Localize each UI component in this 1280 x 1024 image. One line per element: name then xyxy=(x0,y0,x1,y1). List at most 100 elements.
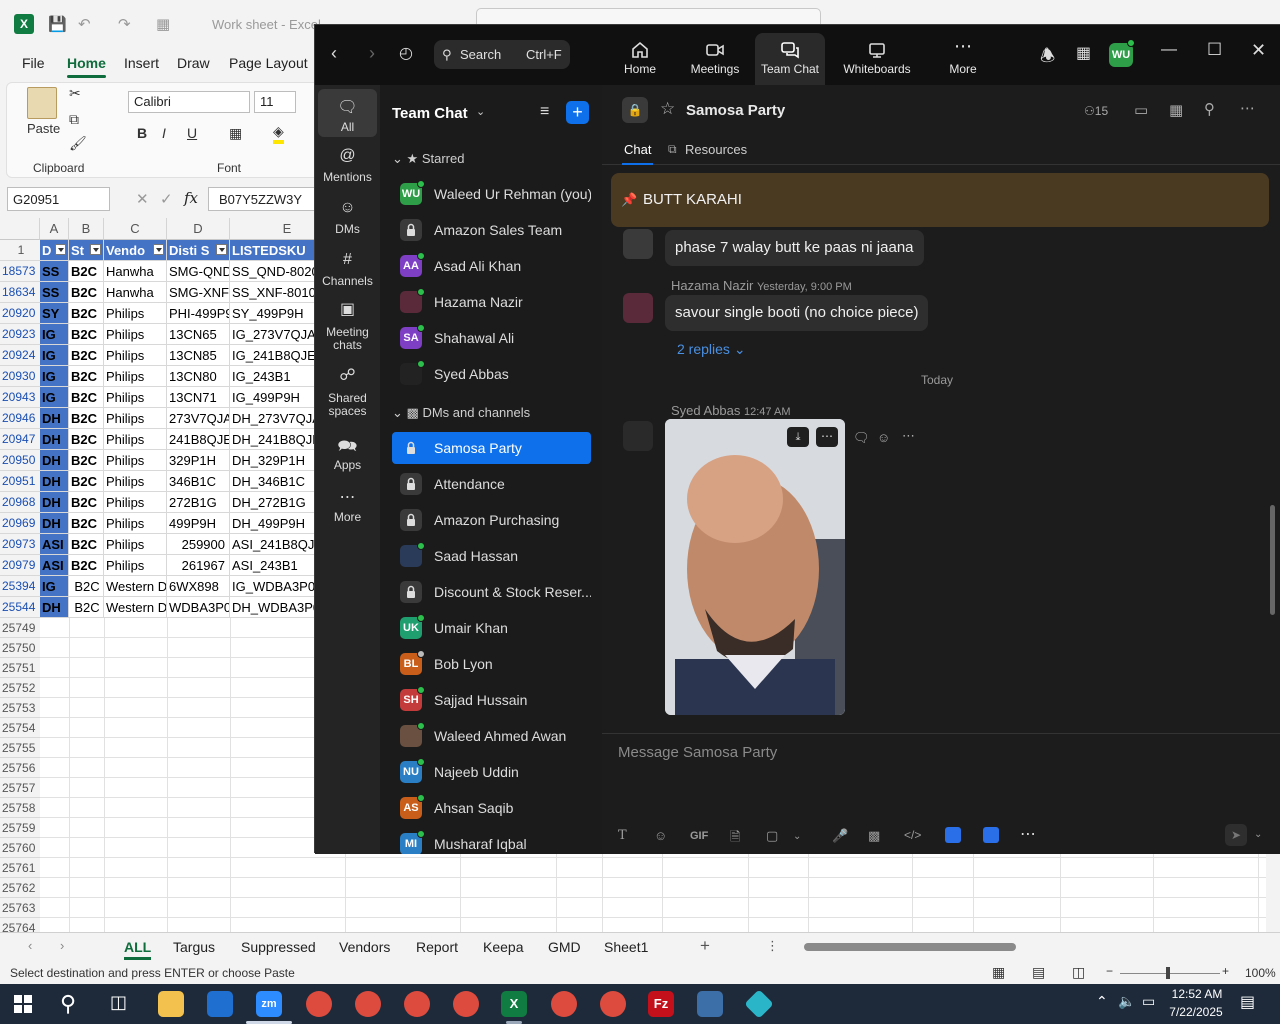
fill-color-icon[interactable]: ◈ xyxy=(273,123,284,144)
table-cell[interactable]: B2C xyxy=(69,597,104,618)
nav-team-chat[interactable]: Team Chat xyxy=(755,33,825,85)
chrome-profile-5-icon[interactable] xyxy=(551,991,577,1017)
emoji-icon[interactable]: ☺ xyxy=(654,828,667,843)
tab-chat[interactable]: Chat xyxy=(621,142,654,165)
bold-button[interactable]: B xyxy=(137,125,147,141)
enter-icon[interactable]: ✓ xyxy=(160,190,173,208)
next-sheet-icon[interactable]: › xyxy=(60,938,64,953)
tab-draw[interactable]: Draw xyxy=(177,55,210,71)
table-cell[interactable]: SS xyxy=(40,261,69,282)
filter-dropdown-icon[interactable] xyxy=(90,244,101,255)
column-header[interactable]: A xyxy=(40,218,69,240)
table-cell[interactable]: B2C xyxy=(69,345,104,366)
row-header[interactable]: 20930 xyxy=(0,366,40,387)
row-header[interactable]: 25753 xyxy=(0,698,40,718)
row-header[interactable]: 20951 xyxy=(0,471,40,492)
chrome-icon[interactable] xyxy=(306,991,332,1017)
row-header[interactable]: 25762 xyxy=(0,878,40,898)
sidebar-item[interactable]: Hazama Nazir xyxy=(392,286,591,318)
table-cell[interactable]: IG xyxy=(40,345,69,366)
file-icon[interactable]: 🗎 xyxy=(730,828,740,850)
table-cell[interactable]: B2C xyxy=(69,492,104,513)
image-attachment[interactable]: ⤓ ⋯ xyxy=(665,419,845,715)
table-cell[interactable]: Philips xyxy=(104,408,167,429)
row-header[interactable]: 20923 xyxy=(0,324,40,345)
filter-header-cell[interactable]: Disti S xyxy=(167,240,230,261)
filter-icon[interactable]: ≡ xyxy=(540,103,549,121)
horizontal-scrollbar[interactable] xyxy=(804,943,1016,951)
gif-button[interactable]: GIF xyxy=(690,830,708,842)
table-cell[interactable]: IG xyxy=(40,366,69,387)
paste-icon[interactable] xyxy=(27,87,57,119)
page-layout-view-icon[interactable]: ▤ xyxy=(1032,964,1045,981)
chrome-profile-3-icon[interactable] xyxy=(404,991,430,1017)
copy-icon[interactable]: ⧉ xyxy=(69,111,79,128)
sidebar-item[interactable]: WU Waleed Ur Rehman (you) xyxy=(392,178,591,210)
font-family-select[interactable]: Calibri xyxy=(128,91,250,113)
table-cell[interactable]: Philips xyxy=(104,387,167,408)
message-avatar-hazama[interactable] xyxy=(623,293,653,323)
video-off-icon[interactable]: ▭ xyxy=(1134,101,1148,119)
notifications-center-icon[interactable]: ▤ xyxy=(1240,992,1255,1012)
row-header[interactable]: 25755 xyxy=(0,738,40,758)
table-cell[interactable]: 13CN71 xyxy=(167,387,230,408)
formula-input[interactable]: B07Y5ZZW3Y xyxy=(208,187,328,211)
reply-icon[interactable]: 🗨 xyxy=(853,430,870,446)
filter-dropdown-icon[interactable] xyxy=(55,244,66,255)
table-cell[interactable]: B2C xyxy=(69,450,104,471)
tab-page-layout[interactable]: Page Layout xyxy=(229,55,308,71)
notifications-icon[interactable]: 🕭 xyxy=(1040,43,1055,72)
video-message-icon[interactable]: ▩ xyxy=(868,828,880,844)
table-cell[interactable]: 261967 xyxy=(167,555,230,576)
table-cell[interactable]: SS xyxy=(40,282,69,303)
schedule-icon[interactable]: ▦ xyxy=(1169,101,1183,119)
table-cell[interactable]: 13CN85 xyxy=(167,345,230,366)
rail-mentions[interactable]: @ Mentions xyxy=(318,147,377,184)
row-header[interactable]: 25760 xyxy=(0,838,40,858)
sheet-tab-report[interactable]: Report xyxy=(416,939,458,955)
nav-home[interactable]: Home xyxy=(615,25,665,85)
cancel-icon[interactable]: ✕ xyxy=(136,190,149,208)
history-icon[interactable]: ◴ xyxy=(399,43,413,63)
table-cell[interactable]: 272B1G xyxy=(167,492,230,513)
sidebar-item[interactable]: Samosa Party xyxy=(392,432,591,464)
table-cell[interactable]: B2C xyxy=(69,366,104,387)
chrome-profile-4-icon[interactable] xyxy=(453,991,479,1017)
table-cell[interactable]: IG xyxy=(40,387,69,408)
app-icon-2[interactable] xyxy=(983,827,999,843)
normal-view-icon[interactable]: ▦ xyxy=(992,964,1005,981)
sheet-tab-sheet1[interactable]: Sheet1 xyxy=(604,939,648,955)
rail-dms[interactable]: ☺ DMs xyxy=(318,199,377,236)
table-cell[interactable]: IG xyxy=(40,324,69,345)
sheet-tab-targus[interactable]: Targus xyxy=(173,939,215,955)
sidebar-item[interactable]: UK Umair Khan xyxy=(392,612,591,644)
image-more-icon[interactable]: ⋯ xyxy=(816,427,838,447)
calculator-icon[interactable] xyxy=(697,991,723,1017)
table-cell[interactable]: 6WX898 xyxy=(167,576,230,597)
row-header[interactable]: 25544 xyxy=(0,597,40,618)
format-painter-icon[interactable]: 🖌 xyxy=(69,135,87,152)
select-all-corner[interactable] xyxy=(0,218,40,240)
sidebar-item[interactable]: MI Musharaf Iqbal xyxy=(392,828,591,854)
sidebar-item[interactable]: Saad Hassan xyxy=(392,540,591,572)
row-header[interactable]: 25751 xyxy=(0,658,40,678)
row-header[interactable]: 1 xyxy=(0,240,40,261)
minimize-icon[interactable]: — xyxy=(1161,41,1177,59)
row-header[interactable]: 25759 xyxy=(0,818,40,838)
row-header[interactable]: 25752 xyxy=(0,678,40,698)
row-header[interactable]: 25750 xyxy=(0,638,40,658)
rail-shared-spaces[interactable]: ☍ Shared spaces xyxy=(318,368,377,418)
send-button[interactable]: ➤ xyxy=(1225,824,1247,846)
sidebar-title-chevron-icon[interactable]: ⌄ xyxy=(476,105,485,118)
add-sheet-icon[interactable]: + xyxy=(700,936,710,956)
zoom-level[interactable]: 100% xyxy=(1245,966,1276,980)
clock-date[interactable]: 7/22/2025 xyxy=(1166,1005,1226,1019)
italic-button[interactable]: I xyxy=(162,125,166,141)
table-cell[interactable]: 346B1C xyxy=(167,471,230,492)
sidebar-item[interactable]: BL Bob Lyon xyxy=(392,648,591,680)
message-avatar-syed[interactable] xyxy=(623,421,653,451)
tray-chevron-icon[interactable]: ⌃ xyxy=(1096,993,1108,1010)
column-header[interactable]: C xyxy=(104,218,167,240)
form-icon[interactable]: ▦ xyxy=(156,15,170,33)
compose-more-icon[interactable]: ⋯ xyxy=(1020,824,1036,844)
